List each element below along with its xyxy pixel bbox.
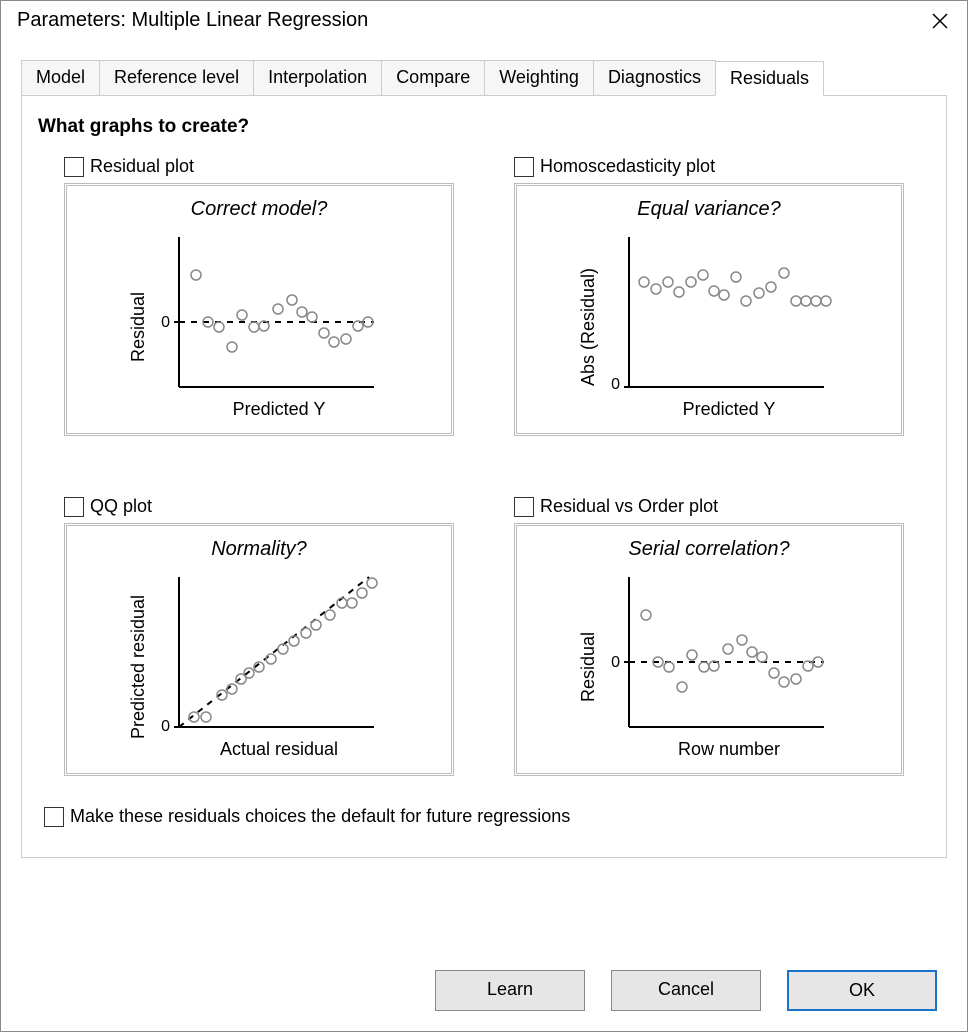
zero-tick: 0	[161, 314, 170, 331]
tab-weighting[interactable]: Weighting	[484, 60, 594, 95]
tab-interpolation[interactable]: Interpolation	[253, 60, 382, 95]
zero-tick: 0	[611, 654, 620, 671]
preview-title-qq: Normality?	[77, 538, 441, 561]
checkbox-row-residual-plot: Residual plot	[64, 156, 454, 177]
preview-residual-plot: Correct model? Residual 0 Predicted Y	[64, 183, 454, 436]
checkbox-homoscedasticity-plot[interactable]	[514, 157, 534, 177]
xlabel: Actual residual	[220, 739, 338, 759]
xlabel: Predicted Y	[683, 399, 776, 419]
preview-chart-order: Residual 0 Row number	[574, 567, 844, 767]
dialog-window: Parameters: Multiple Linear Regression M…	[0, 0, 968, 1032]
ylabel: Abs (Residual)	[578, 268, 598, 386]
checkbox-label-order: Residual vs Order plot	[540, 496, 718, 517]
preview-title-homo: Equal variance?	[527, 198, 891, 221]
dialog-title: Parameters: Multiple Linear Regression	[17, 9, 368, 32]
tab-content-residuals: What graphs to create? Residual plot Cor…	[21, 96, 947, 858]
option-qq-plot: QQ plot Normality? Predicted residual 0	[64, 496, 454, 776]
scatter-points	[639, 268, 831, 306]
checkbox-row-qq: QQ plot	[64, 496, 454, 517]
titlebar: Parameters: Multiple Linear Regression	[1, 1, 967, 40]
plots-grid: Residual plot Correct model? Residual 0	[38, 156, 930, 776]
section-title: What graphs to create?	[38, 116, 930, 138]
tab-residuals[interactable]: Residuals	[715, 61, 824, 96]
button-bar: Learn Cancel OK	[1, 956, 967, 1031]
default-choice-row: Make these residuals choices the default…	[44, 806, 930, 827]
tab-diagnostics[interactable]: Diagnostics	[593, 60, 716, 95]
xlabel: Row number	[678, 739, 780, 759]
ok-button[interactable]: OK	[787, 970, 937, 1011]
ylabel: Residual	[128, 292, 148, 362]
scatter-points	[641, 610, 823, 692]
checkbox-residual-plot[interactable]	[64, 157, 84, 177]
checkbox-make-default[interactable]	[44, 807, 64, 827]
checkbox-label-make-default: Make these residuals choices the default…	[70, 806, 570, 827]
option-residual-plot: Residual plot Correct model? Residual 0	[64, 156, 454, 436]
checkbox-order-plot[interactable]	[514, 497, 534, 517]
learn-button[interactable]: Learn	[435, 970, 585, 1011]
scatter-points	[191, 270, 373, 352]
close-icon[interactable]	[929, 10, 951, 32]
checkbox-label-qq: QQ plot	[90, 496, 152, 517]
scatter-points	[189, 578, 377, 722]
checkbox-qq-plot[interactable]	[64, 497, 84, 517]
tab-reference-level[interactable]: Reference level	[99, 60, 254, 95]
tab-compare[interactable]: Compare	[381, 60, 485, 95]
preview-chart-residual: Residual 0 Predicted Y	[124, 227, 394, 427]
tab-bar: Model Reference level Interpolation Comp…	[21, 60, 947, 96]
option-homoscedasticity-plot: Homoscedasticity plot Equal variance? Ab…	[514, 156, 904, 436]
zero-tick: 0	[611, 376, 620, 393]
preview-title-order: Serial correlation?	[527, 538, 891, 561]
preview-chart-homo: Abs (Residual) 0 Predicted Y	[574, 227, 844, 427]
ylabel: Predicted residual	[128, 595, 148, 739]
checkbox-row-order: Residual vs Order plot	[514, 496, 904, 517]
preview-chart-qq: Predicted residual 0 Actual residual	[124, 567, 394, 767]
ylabel: Residual	[578, 632, 598, 702]
checkbox-row-homoscedasticity: Homoscedasticity plot	[514, 156, 904, 177]
checkbox-label-homoscedasticity: Homoscedasticity plot	[540, 156, 715, 177]
preview-qq-plot: Normality? Predicted residual 0 Actual r…	[64, 523, 454, 776]
xlabel: Predicted Y	[233, 399, 326, 419]
preview-homoscedasticity-plot: Equal variance? Abs (Residual) 0 Predict…	[514, 183, 904, 436]
preview-order-plot: Serial correlation? Residual 0 Row numbe…	[514, 523, 904, 776]
tab-model[interactable]: Model	[21, 60, 100, 95]
preview-title-residual: Correct model?	[77, 198, 441, 221]
zero-tick: 0	[161, 718, 170, 735]
checkbox-label-residual-plot: Residual plot	[90, 156, 194, 177]
cancel-button[interactable]: Cancel	[611, 970, 761, 1011]
option-order-plot: Residual vs Order plot Serial correlatio…	[514, 496, 904, 776]
